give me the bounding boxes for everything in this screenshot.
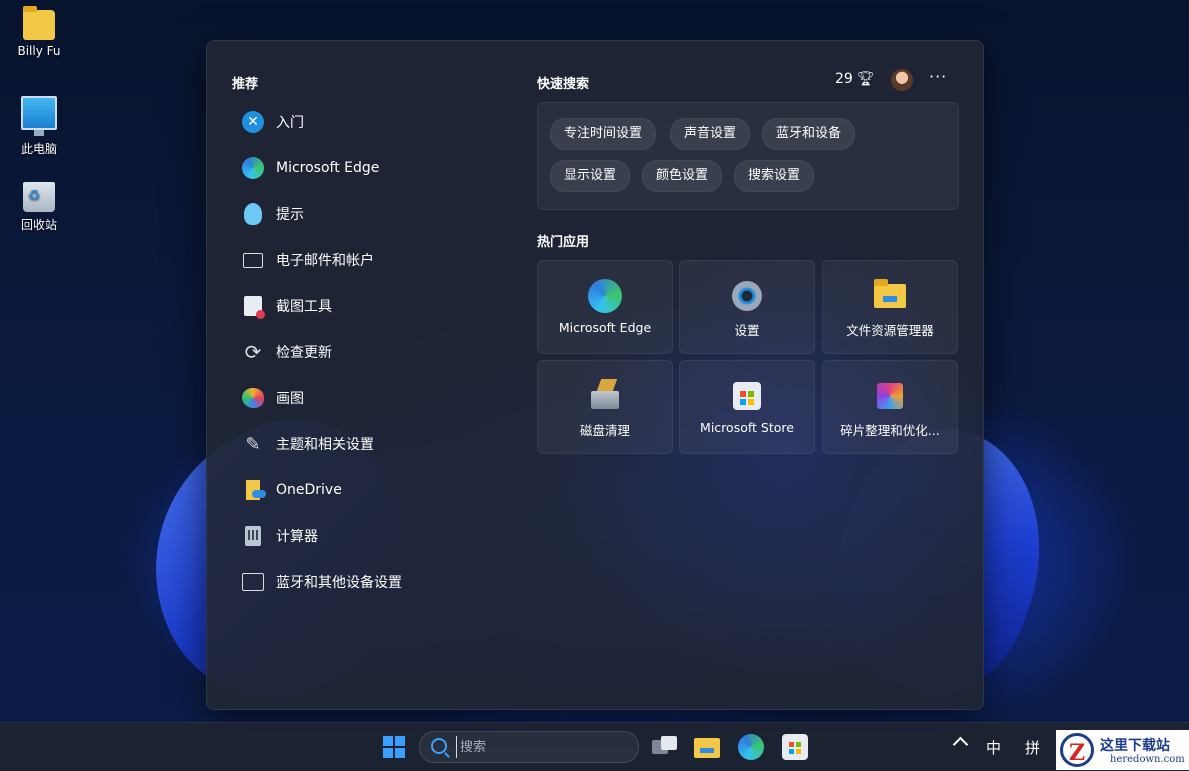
top-app-store[interactable]: Microsoft Store	[679, 360, 815, 454]
top-app-disk-cleanup[interactable]: 磁盘清理	[537, 360, 673, 454]
paint-palette-icon	[242, 388, 264, 408]
desktop-icon-recycle-bin[interactable]: 回收站	[4, 182, 74, 233]
recommended-item-themes[interactable]: ✎ 主题和相关设置	[231, 421, 511, 467]
top-app-label: 文件资源管理器	[846, 323, 934, 338]
store-icon	[733, 382, 761, 410]
sync-icon: ⟳	[244, 340, 262, 364]
avatar[interactable]	[891, 69, 913, 91]
top-app-defrag[interactable]: 碎片整理和优化...	[822, 360, 958, 454]
taskbar: 中 拼	[0, 722, 1189, 771]
start-menu-panel: 推荐 ✕ 入门 Microsoft Edge 提示 电子邮件和帐户 截图工具 ⟳…	[206, 40, 984, 710]
top-app-label: 磁盘清理	[579, 423, 630, 438]
calculator-icon	[245, 526, 261, 546]
quick-search-chip-sound[interactable]: 声音设置	[670, 118, 751, 150]
trophy-icon: 🏆︎	[856, 71, 875, 87]
top-app-label: 设置	[734, 323, 760, 338]
recommended-item-tips[interactable]: 提示	[231, 191, 511, 237]
recommended-item-label: 电子邮件和帐户	[276, 253, 374, 269]
disk-cleanup-icon	[591, 391, 619, 409]
recommended-item-snipping-tool[interactable]: 截图工具	[231, 283, 511, 329]
recommended-item-calculator[interactable]: 计算器	[231, 513, 511, 559]
defrag-icon	[877, 383, 903, 409]
edge-icon	[588, 279, 622, 313]
recommended-item-mail-accounts[interactable]: 电子邮件和帐户	[231, 237, 511, 283]
taskbar-search[interactable]	[419, 731, 639, 763]
recommended-item-get-started[interactable]: ✕ 入门	[231, 99, 511, 145]
start-button[interactable]	[383, 736, 405, 758]
quick-search-chip-bluetooth[interactable]: 蓝牙和设备	[762, 118, 856, 150]
recommended-item-label: OneDrive	[276, 482, 342, 498]
recommended-item-label: 入门	[276, 115, 304, 131]
top-app-edge[interactable]: Microsoft Edge	[537, 260, 673, 354]
task-view-button[interactable]	[652, 734, 678, 760]
gear-icon	[732, 281, 762, 311]
recommended-item-label: 画图	[276, 391, 304, 407]
get-started-icon: ✕	[242, 111, 264, 133]
quick-search-box: 专注时间设置 声音设置 蓝牙和设备 显示设置 颜色设置 搜索设置	[537, 102, 959, 210]
quick-search-title: 快速搜索	[537, 77, 590, 92]
top-app-label: Microsoft Store	[700, 420, 794, 435]
computer-icon	[21, 96, 57, 136]
mail-icon	[243, 252, 263, 268]
desktop-icon-label: Billy Fu	[17, 44, 61, 58]
watermark: Z 这里下载站 heredown.com	[1056, 730, 1189, 770]
recommended-item-label: 计算器	[276, 529, 318, 545]
ime-layout-indicator[interactable]: 拼	[1025, 737, 1040, 758]
quick-search-chip-color[interactable]: 颜色设置	[642, 160, 723, 192]
file-explorer-taskbar-icon[interactable]	[694, 734, 720, 760]
desktop-icon-user-folder[interactable]: Billy Fu	[4, 6, 74, 58]
onedrive-folder-icon	[246, 480, 266, 500]
desktop-icon-label: 回收站	[20, 218, 57, 232]
top-app-file-explorer[interactable]: 文件资源管理器	[822, 260, 958, 354]
search-input[interactable]	[456, 736, 632, 758]
recommended-item-label: 蓝牙和其他设备设置	[276, 575, 402, 591]
edge-taskbar-icon[interactable]	[738, 734, 764, 760]
store-taskbar-icon[interactable]	[782, 734, 808, 760]
top-app-settings[interactable]: 设置	[679, 260, 815, 354]
recommended-item-bluetooth-devices[interactable]: 蓝牙和其他设备设置	[231, 559, 511, 605]
quick-search-chip-focus[interactable]: 专注时间设置	[550, 118, 657, 150]
devices-icon	[242, 573, 264, 591]
recommended-item-check-updates[interactable]: ⟳ 检查更新	[231, 329, 511, 375]
edge-icon	[242, 157, 264, 179]
recommended-title: 推荐	[232, 77, 259, 92]
recommended-item-paint[interactable]: 画图	[231, 375, 511, 421]
folder-icon	[23, 6, 55, 40]
recommended-item-label: 主题和相关设置	[276, 437, 374, 453]
recommended-list: ✕ 入门 Microsoft Edge 提示 电子邮件和帐户 截图工具 ⟳ 检查…	[231, 99, 511, 605]
desktop-icon-this-pc[interactable]: 此电脑	[4, 96, 74, 157]
snipping-tool-icon	[244, 296, 265, 319]
recommended-item-label: Microsoft Edge	[276, 160, 380, 176]
quick-search-chip-display[interactable]: 显示设置	[550, 160, 631, 192]
quick-search-chip-search[interactable]: 搜索设置	[734, 160, 815, 192]
ime-mode-indicator[interactable]: 中	[986, 737, 1001, 758]
recycle-bin-icon	[23, 182, 55, 212]
recommended-item-label: 截图工具	[276, 299, 332, 315]
watermark-logo: Z	[1060, 733, 1094, 767]
search-icon	[431, 738, 447, 754]
tips-bulb-icon	[244, 203, 262, 225]
more-options-button[interactable]: ···	[929, 67, 947, 86]
watermark-name-en: heredown.com	[1110, 754, 1185, 765]
chevron-up-icon[interactable]	[952, 736, 969, 753]
recommended-item-edge[interactable]: Microsoft Edge	[231, 145, 511, 191]
rewards-points[interactable]: 29 🏆︎	[835, 71, 875, 87]
recommended-item-label: 检查更新	[276, 345, 332, 361]
top-app-label: 碎片整理和优化...	[840, 423, 940, 438]
desktop-icon-label: 此电脑	[20, 142, 57, 156]
top-app-label: Microsoft Edge	[558, 320, 652, 335]
file-explorer-icon	[874, 279, 906, 308]
top-apps-title: 热门应用	[537, 235, 590, 250]
brush-icon: ✎	[245, 433, 261, 455]
watermark-name-cn: 这里下载站	[1100, 738, 1170, 754]
recommended-item-label: 提示	[276, 207, 304, 223]
recommended-item-onedrive[interactable]: OneDrive	[231, 467, 511, 513]
rewards-points-value: 29	[835, 71, 853, 87]
